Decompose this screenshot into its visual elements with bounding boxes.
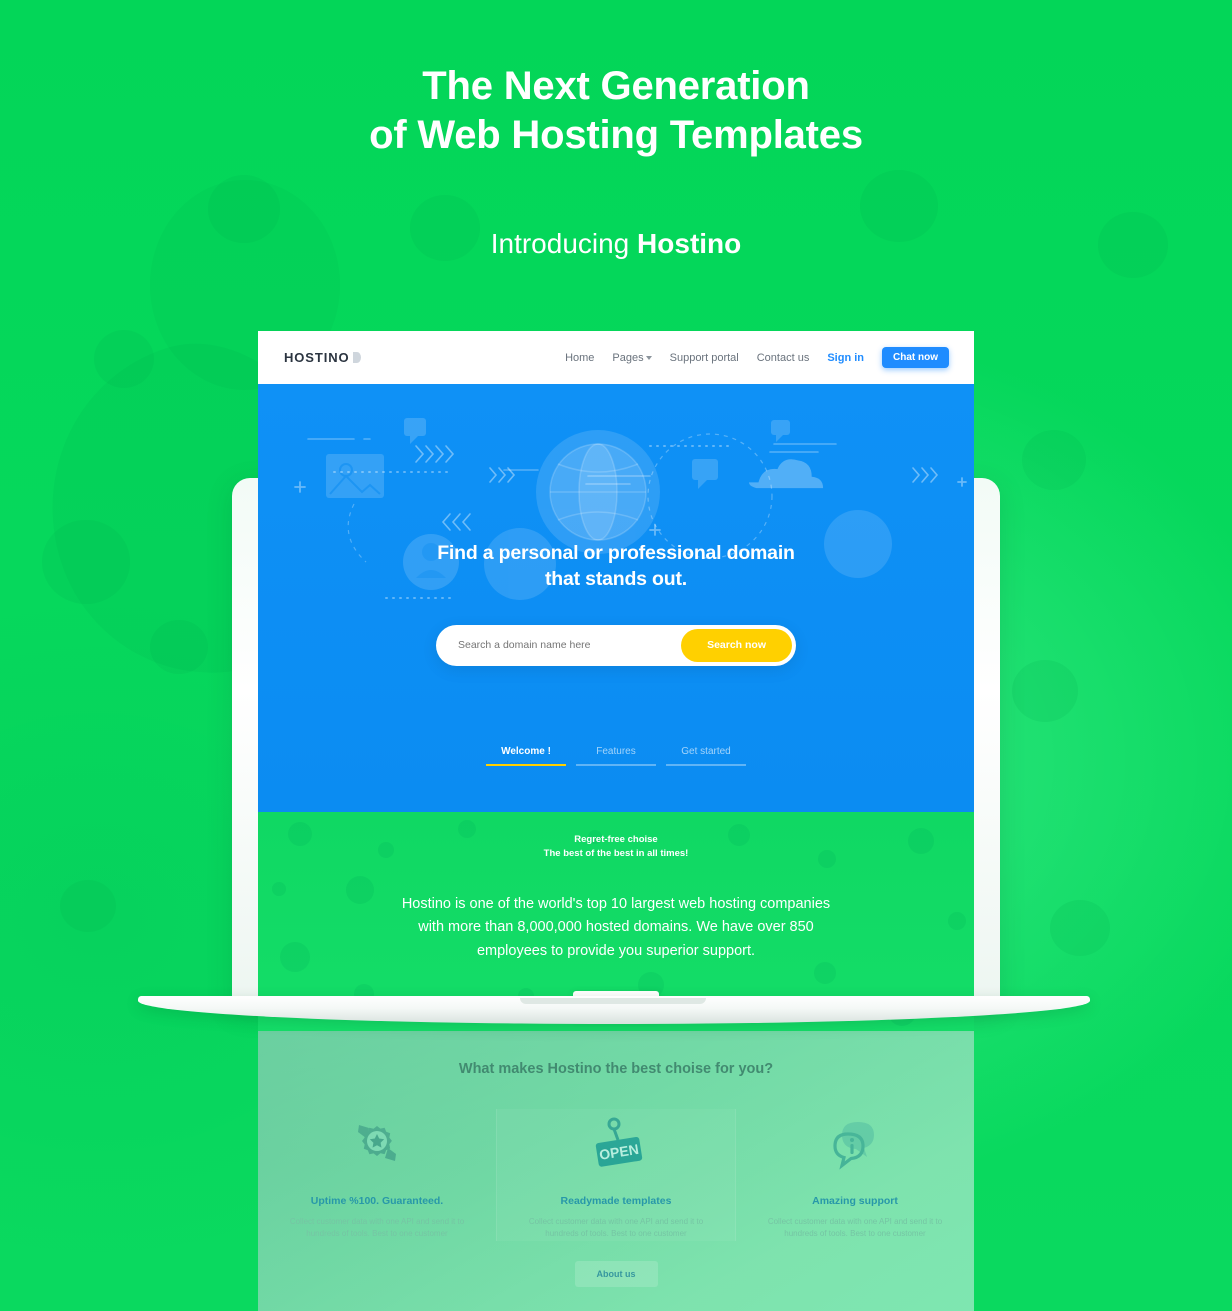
site-navbar: HOSTINO Home Pages Support portal Contac…	[258, 331, 974, 384]
about-us-button[interactable]: About us	[574, 1260, 658, 1287]
feature-card-list: Uptime %100. Guaranteed. Collect custome…	[258, 1109, 974, 1241]
poster-headline-line1: The Next Generation	[422, 64, 810, 108]
site-logo[interactable]: HOSTINO	[284, 350, 361, 365]
tab-welcome[interactable]: Welcome !	[486, 746, 566, 766]
feature-card-desc: Collect customer data with one API and s…	[528, 1217, 704, 1239]
tab-get-started[interactable]: Get started	[666, 746, 746, 766]
navbar-links: Home Pages Support portal Contact us Sig…	[565, 347, 949, 368]
poster-headline: The Next Generation of Web Hosting Templ…	[0, 62, 1232, 160]
nav-item-pages[interactable]: Pages	[612, 351, 652, 364]
info-bubble-icon	[754, 1109, 956, 1181]
feature-card-desc: Collect customer data with one API and s…	[289, 1217, 465, 1239]
band-kicker: Regret-free choise The best of the best …	[258, 833, 974, 861]
poster-headline-line2: of Web Hosting Templates	[369, 112, 863, 157]
domain-search-bar: Search now	[436, 624, 796, 666]
nav-item-contact-us[interactable]: Contact us	[757, 352, 810, 364]
nav-item-home[interactable]: Home	[565, 352, 594, 364]
open-sign-icon: OPEN	[515, 1109, 717, 1181]
poster-subtitle-brand: Hostino	[637, 228, 742, 259]
hero-title: Find a personal or professional domain t…	[258, 384, 974, 593]
band-kicker-line1: Regret-free choise	[574, 834, 658, 845]
all-features-button[interactable]: All Features	[572, 990, 660, 1018]
hero-section: Find a personal or professional domain t…	[258, 384, 974, 812]
tab-features[interactable]: Features	[576, 746, 656, 766]
hero-title-line2: that stands out.	[545, 568, 687, 591]
feature-card-templates: OPEN Readymade templates Collect custome…	[496, 1109, 736, 1241]
hero-tabs: Welcome ! Features Get started	[258, 746, 974, 766]
features-section: What makes Hostino the best choise for y…	[258, 1031, 974, 1311]
band-body-text: Hostino is one of the world's top 10 lar…	[401, 895, 831, 959]
hero-title-line1: Find a personal or professional domain	[437, 542, 795, 564]
intro-band-content: Regret-free choise The best of the best …	[258, 812, 974, 1018]
feature-card-title: Amazing support	[812, 1195, 898, 1207]
feature-card-title: Readymade templates	[560, 1195, 672, 1207]
poster-subtitle: Introducing Hostino	[0, 228, 1232, 260]
site-logo-text: HOSTINO	[284, 350, 350, 365]
chat-now-button[interactable]: Chat now	[882, 347, 949, 368]
feature-card-support: Amazing support Collect customer data wi…	[736, 1109, 974, 1241]
hero-content: Find a personal or professional domain t…	[258, 384, 974, 666]
nav-item-sign-in[interactable]: Sign in	[827, 352, 864, 364]
features-section-title: What makes Hostino the best choise for y…	[458, 1061, 774, 1077]
feature-card-title: Uptime %100. Guaranteed.	[310, 1195, 444, 1207]
intro-band-section: Regret-free choise The best of the best …	[258, 812, 974, 1031]
poster-subtitle-prefix: Introducing	[490, 228, 638, 259]
badge-star-icon	[276, 1109, 478, 1181]
domain-search-input[interactable]	[458, 639, 682, 652]
feature-card-desc: Collect customer data with one API and s…	[767, 1217, 943, 1239]
search-now-button[interactable]: Search now	[681, 628, 792, 662]
website-screen: HOSTINO Home Pages Support portal Contac…	[258, 331, 974, 1311]
nav-item-pages-label: Pages	[612, 351, 644, 364]
logo-mark-icon	[352, 352, 361, 363]
chevron-down-icon	[645, 355, 652, 360]
feature-card-uptime: Uptime %100. Guaranteed. Collect custome…	[258, 1109, 496, 1241]
band-kicker-line2: The best of the best in all times!	[543, 847, 689, 859]
nav-item-support-portal[interactable]: Support portal	[670, 352, 739, 364]
